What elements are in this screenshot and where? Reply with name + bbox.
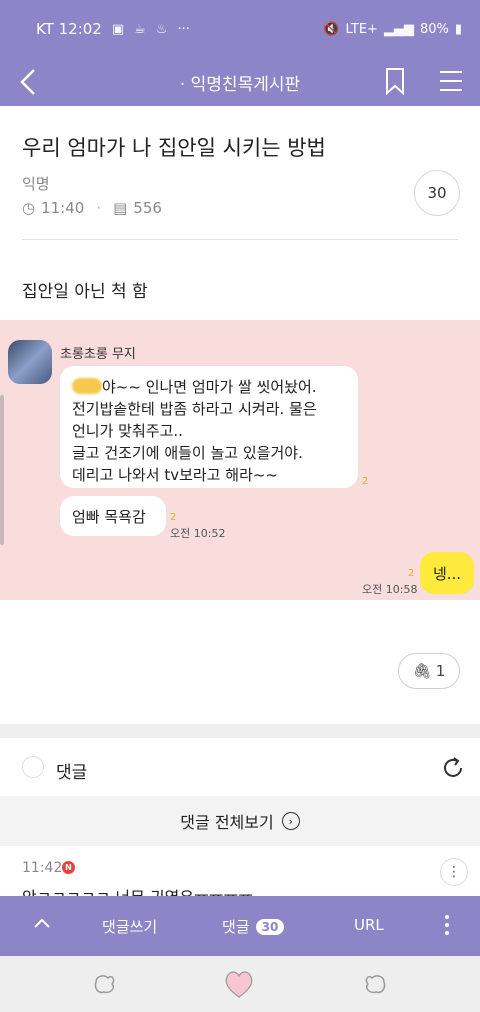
heart-icon[interactable] xyxy=(222,968,256,1000)
comment-item: 11:42 N 앜ㅋㅋㅋㅋㅋ 너무 귀엽유ㅠㅠㅠㅠ ⋮ xyxy=(0,846,480,896)
url-button[interactable]: URL xyxy=(354,916,384,934)
read-mark: 2 xyxy=(362,476,369,487)
attachment-button[interactable]: 🖇 1 xyxy=(398,653,460,689)
views-icon: ▤ xyxy=(113,199,128,217)
bubble-line-2: 전기밥솥한테 밥좀 하라고 시켜라. 물은 xyxy=(72,400,317,418)
comment-count-button[interactable]: 30 xyxy=(414,170,460,216)
signal-icon: ▂▄▆ xyxy=(383,21,414,37)
cafe-icon: ☕ xyxy=(134,21,146,37)
mute-icon: 🔇 xyxy=(323,21,340,37)
more-notifications-icon: ··· xyxy=(177,21,190,37)
bell-icon[interactable] xyxy=(22,756,44,778)
attachment-count: 1 xyxy=(435,662,446,680)
paperclip-icon: 🖇 xyxy=(412,662,432,680)
chevron-right-icon: › xyxy=(281,812,300,830)
status-bar: KT 12:02 ▣ ☕ ♨ ··· 🔇 LTE+ ▂▄▆ 80% ▮ xyxy=(0,0,480,58)
avatar xyxy=(8,340,52,384)
post-time: 11:40 xyxy=(41,199,85,217)
read-mark: 2 xyxy=(170,512,177,523)
carrier-time: KT 12:02 xyxy=(36,20,102,38)
scroll-up-icon[interactable] xyxy=(32,914,52,934)
bookmark-icon[interactable] xyxy=(384,66,406,96)
bottom-action-bar: 댓글쓰기 댓글 30 URL xyxy=(0,896,480,956)
more-vertical-icon[interactable] xyxy=(444,914,450,936)
meta-separator: · xyxy=(96,199,102,217)
divider xyxy=(22,239,458,240)
app-icon: ♨ xyxy=(155,21,168,37)
refresh-icon[interactable] xyxy=(440,755,466,781)
clock-icon: ◷ xyxy=(22,199,36,217)
post-author: 익명 xyxy=(22,175,50,193)
board-title: · 익명친목게시판 xyxy=(179,75,301,95)
gallery-icon: ▣ xyxy=(111,21,125,37)
view-all-label: 댓글 전체보기 xyxy=(180,813,274,832)
system-nav-bar xyxy=(0,956,480,1012)
new-badge: N xyxy=(62,861,75,874)
comments-count-badge: 30 xyxy=(255,918,285,935)
post-body: 집안일 아닌 척 함 xyxy=(22,282,148,302)
post-meta: ◷ 11:40 · ▤ 556 xyxy=(22,199,162,217)
read-mark: 2 xyxy=(408,568,415,579)
write-comment-button[interactable]: 댓글쓰기 xyxy=(102,916,157,937)
more-options-icon[interactable]: ⋮ xyxy=(440,858,468,886)
chat-bubble-received-2: 엄빠 목욕감 xyxy=(60,496,166,536)
nav-bar: · 익명친목게시판 xyxy=(0,58,480,106)
bubble-line-5: 데리고 나와서 tv보라고 해라~~ xyxy=(72,466,279,484)
chat-sender-name: 초롱초롱 무지 xyxy=(60,347,136,362)
right-wing-icon[interactable] xyxy=(360,970,390,1000)
censor-blur xyxy=(72,378,102,394)
battery-level: 80% xyxy=(419,21,449,37)
comment-header: 댓글 xyxy=(0,740,480,796)
comment-section-title: 댓글 xyxy=(56,763,88,783)
menu-icon[interactable] xyxy=(438,68,464,94)
chat-time-sent: 오전 10:58 xyxy=(362,583,418,596)
bubble-line-3: 언니가 맞춰주고.. xyxy=(72,422,183,440)
view-all-comments-button[interactable]: 댓글 전체보기 › xyxy=(0,796,480,846)
chat-bubble-sent: 넹... xyxy=(420,552,474,594)
scroll-indicator xyxy=(0,395,4,545)
chat-bubble-received: 야~~ 인나면 엄마가 쌀 씻어놨어. 전기밥솥한테 밥좀 하라고 시켜라. 물… xyxy=(60,366,358,488)
bubble-line-4: 글고 건조기에 애들이 놀고 있을거야. xyxy=(72,444,303,462)
network-indicator: LTE+ xyxy=(345,21,378,37)
bubble-line-1: 야~~ 인나면 엄마가 쌀 씻어놨어. xyxy=(72,376,346,398)
comments-label: 댓글 xyxy=(222,918,250,936)
battery-icon: ▮ xyxy=(454,21,462,37)
post-views: 556 xyxy=(133,199,162,217)
comment-text: 앜ㅋㅋㅋㅋㅋ 너무 귀엽유ㅠㅠㅠㅠ xyxy=(22,884,253,896)
left-wing-icon[interactable] xyxy=(90,970,120,1000)
section-separator xyxy=(0,724,480,738)
comment-time: 11:42 xyxy=(22,860,63,876)
post-title: 우리 엄마가 나 집안일 시키는 방법 xyxy=(22,136,326,160)
chat-time-received: 오전 10:52 xyxy=(170,527,226,540)
comments-button[interactable]: 댓글 30 xyxy=(222,916,285,937)
